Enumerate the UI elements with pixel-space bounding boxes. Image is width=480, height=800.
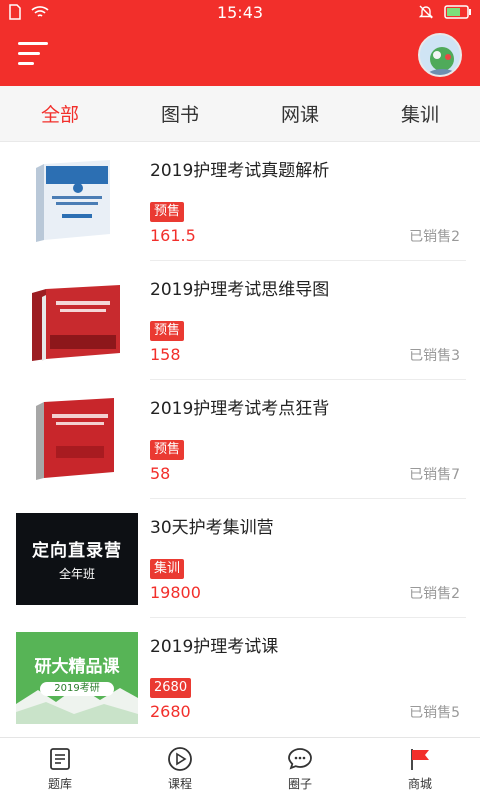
- nav-label: 圈子: [287, 777, 312, 791]
- status-badge: 2680: [150, 678, 192, 698]
- product-title: 30天护考集训营: [150, 518, 274, 538]
- sold-count: 已销售2: [409, 229, 460, 245]
- status-badge: 预售: [150, 321, 185, 341]
- banner-title: 研大精品课: [34, 657, 120, 677]
- camp-banner: 定向直录营 全年班: [16, 513, 138, 605]
- bottom-nav: 题库 课程 圈子 商城: [0, 737, 480, 800]
- sold-count: 已销售7: [409, 467, 460, 483]
- product-title: 2019护理考试课: [150, 637, 279, 657]
- avatar-image: [420, 35, 460, 75]
- tab-books[interactable]: 图书: [120, 86, 240, 141]
- product-item[interactable]: 2019护理考试考点狂背 预售 58 已销售7: [0, 380, 480, 499]
- sold-count: 已销售2: [409, 586, 460, 602]
- product-item[interactable]: 2019护理考试真题解析 预售 161.5 已销售2: [0, 142, 480, 261]
- menu-icon-bar: [18, 52, 40, 55]
- product-title: 2019护理考试真题解析: [150, 161, 330, 181]
- product-item[interactable]: 研大精品课 2019考研 2019护理考试课 2680 2680 已销售5: [0, 618, 480, 737]
- nav-item-question-bank[interactable]: 题库: [0, 738, 120, 800]
- tab-training[interactable]: 集训: [360, 86, 480, 141]
- product-price: 2680: [150, 702, 191, 721]
- book-red-set-icon: [16, 275, 138, 367]
- tab-all[interactable]: 全部: [0, 86, 120, 141]
- menu-button[interactable]: [18, 42, 48, 66]
- book-red-icon: [16, 394, 138, 486]
- sold-count: 已销售5: [409, 705, 460, 721]
- status-badge: 预售: [150, 440, 185, 460]
- product-title: 2019护理考试考点狂背: [150, 399, 330, 419]
- product-list: 2019护理考试真题解析 预售 161.5 已销售2 2019护理考试思维导图 …: [0, 142, 480, 737]
- product-item[interactable]: 2019护理考试思维导图 预售 158 已销售3: [0, 261, 480, 380]
- status-bar: 15:43: [0, 0, 480, 24]
- product-price: 58: [150, 464, 171, 483]
- category-tabs: 全部 图书 网课 集训: [0, 86, 480, 142]
- course-banner: 研大精品课 2019考研: [16, 632, 138, 724]
- menu-icon-bar: [18, 62, 34, 65]
- status-badge: 集训: [150, 559, 185, 579]
- battery-icon: [444, 5, 471, 19]
- product-price: 19800: [150, 583, 201, 602]
- sold-count: 已销售3: [409, 348, 460, 364]
- status-right-icons: [418, 4, 472, 20]
- nav-item-circle[interactable]: 圈子: [240, 738, 360, 800]
- product-price: 158: [150, 345, 181, 364]
- banner-subtitle: 2019考研: [40, 682, 114, 696]
- status-badge: 预售: [150, 202, 185, 222]
- avatar[interactable]: [418, 33, 462, 77]
- flag-icon: [411, 749, 429, 770]
- product-item[interactable]: 定向直录营 全年班 30天护考集训营 集训 19800 已销售2: [0, 499, 480, 618]
- app-header: [0, 24, 480, 86]
- chat-bubble-icon: [288, 748, 312, 770]
- nav-label: 课程: [167, 777, 192, 791]
- tab-online-courses[interactable]: 网课: [240, 86, 360, 141]
- banner-title: 定向直录营: [32, 541, 122, 561]
- nav-label: 商城: [407, 777, 432, 791]
- banner-subtitle: 全年班: [58, 567, 95, 581]
- menu-icon: [18, 42, 48, 45]
- product-title: 2019护理考试思维导图: [150, 280, 330, 300]
- book-blue-icon: [16, 156, 138, 248]
- product-price: 161.5: [150, 226, 196, 245]
- nav-item-shop[interactable]: 商城: [360, 738, 480, 800]
- play-circle-icon: [168, 747, 192, 771]
- nav-label: 题库: [47, 777, 72, 791]
- bell-muted-icon: [418, 5, 434, 19]
- nav-item-courses[interactable]: 课程: [120, 738, 240, 800]
- status-time: 15:43: [216, 3, 264, 22]
- question-bank-icon: [50, 748, 70, 770]
